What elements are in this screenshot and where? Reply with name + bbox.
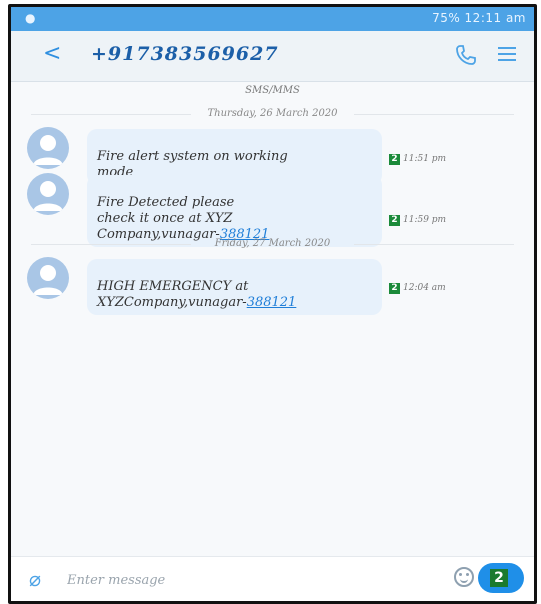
sim-2-icon: 2 xyxy=(389,154,400,165)
contact-avatar-icon xyxy=(27,257,69,299)
date-divider: Thursday, 26 March 2020 xyxy=(11,108,534,119)
send-button[interactable]: 2 xyxy=(478,563,524,593)
notification-icon: ● xyxy=(25,11,36,25)
contact-number: +917383569627 xyxy=(91,43,279,65)
message-bubble: Fire Detected please check it once at XY… xyxy=(87,175,382,247)
contact-avatar-icon xyxy=(27,127,69,169)
sim-2-send-icon: 2 xyxy=(490,569,508,587)
phone-icon[interactable] xyxy=(454,43,478,67)
app-frame: ● 75% 12:11 am < +917383569627 SMS/MMS T… xyxy=(8,4,537,604)
status-text: 75% 12:11 am xyxy=(432,11,526,25)
conversation-header: < +917383569627 xyxy=(11,31,534,82)
message-time: 2 12:04 am xyxy=(389,283,446,294)
emoji-icon[interactable] xyxy=(454,567,474,587)
date-divider: Friday, 27 March 2020 xyxy=(11,238,534,249)
time-label: 11:59 pm xyxy=(403,215,447,225)
channel-label: SMS/MMS xyxy=(245,85,300,96)
contact-avatar-icon xyxy=(27,173,69,215)
message-link[interactable]: 388121 xyxy=(247,295,297,310)
sim-2-icon: 2 xyxy=(389,215,400,226)
message-text: Fire Detected please check it once at XY… xyxy=(97,195,235,242)
message-input[interactable] xyxy=(65,568,389,592)
message-bubble: HIGH EMERGENCY at XYZCompany,vunagar-388… xyxy=(87,259,382,315)
message-text: HIGH EMERGENCY at XYZCompany,vunagar- xyxy=(97,279,249,310)
sim-2-icon: 2 xyxy=(389,283,400,294)
back-arrow-icon[interactable]: < xyxy=(43,41,61,66)
menu-icon[interactable] xyxy=(498,47,516,61)
message-composer: ⌀ 2 xyxy=(11,556,534,601)
attach-icon[interactable]: ⌀ xyxy=(29,567,41,591)
time-label: 12:04 am xyxy=(403,283,446,293)
status-bar: ● 75% 12:11 am xyxy=(11,7,534,31)
message-time: 2 11:51 pm xyxy=(389,154,446,165)
message-time: 2 11:59 pm xyxy=(389,215,446,226)
time-label: 11:51 pm xyxy=(403,154,447,164)
